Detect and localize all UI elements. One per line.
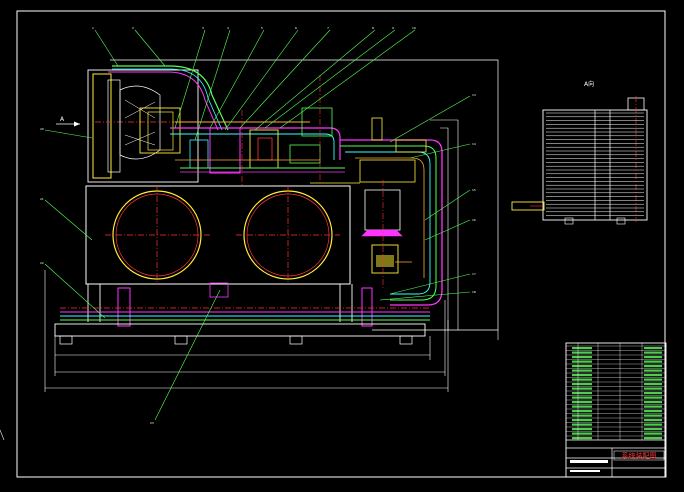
bom-cell-mark xyxy=(572,396,592,399)
discharge-pipe-top-magenta xyxy=(108,71,219,131)
bom-cell-mark xyxy=(644,410,662,413)
bom-cell-mark xyxy=(572,410,592,413)
leader-number: 23 xyxy=(150,421,154,425)
bom-cell-mark xyxy=(572,392,592,395)
outline-envelope-inner2 xyxy=(440,127,449,330)
leader-number: 14 xyxy=(472,142,476,146)
leader-number: 17 xyxy=(472,272,476,276)
leader-number: 6 xyxy=(295,26,297,30)
leader-number: 9 xyxy=(392,26,394,30)
a-view-label: A向 xyxy=(584,80,594,88)
leader-number: 13 xyxy=(472,93,476,97)
bom-cell-mark xyxy=(644,347,662,350)
cad-drawing-canvas: 1 2 3 4 5 6 7 8 9 10 13 14 15 16 17 18 2… xyxy=(0,10,667,478)
bom-cell-mark xyxy=(572,428,592,431)
bom-cell-mark xyxy=(572,351,592,354)
bom-cell-mark xyxy=(644,369,662,372)
bom-cell-mark xyxy=(572,387,592,390)
bom-cell-mark xyxy=(572,374,592,377)
bom-cell-mark xyxy=(572,414,592,417)
leader-number: 1 xyxy=(92,26,94,30)
leader-number: 10 xyxy=(412,26,416,30)
bom-cell-mark xyxy=(572,401,592,404)
bom-cell-mark xyxy=(572,378,592,381)
bom-cell-mark xyxy=(644,437,662,440)
bom-cell-mark xyxy=(644,392,662,395)
outline-envelope xyxy=(110,59,499,331)
section-marker: A xyxy=(56,116,80,127)
bom-cell-mark xyxy=(572,405,592,408)
return-pipe-cyan xyxy=(112,68,223,131)
bom-cell-mark xyxy=(644,432,662,435)
leader-number: 21 xyxy=(40,197,44,201)
bom-cell-mark xyxy=(644,365,662,368)
bom-cell-mark xyxy=(572,423,592,426)
leader-number: 18 xyxy=(472,290,476,294)
leader-number: 22 xyxy=(40,261,44,265)
bom-cell-mark xyxy=(644,419,662,422)
bom-cell-mark xyxy=(644,378,662,381)
bom-cell-mark xyxy=(644,428,662,431)
bom-cell-mark xyxy=(644,374,662,377)
bom-cell-mark xyxy=(572,419,592,422)
edge-tick xyxy=(0,429,5,441)
bom-cell-mark xyxy=(644,414,662,417)
a-view: A向 xyxy=(511,80,648,225)
bom-cell-mark xyxy=(644,351,662,354)
bom-cell-mark xyxy=(644,360,662,363)
bom-cell-mark xyxy=(572,437,592,440)
leader-number: 20 xyxy=(40,127,44,131)
bom-cell-mark xyxy=(644,356,662,359)
bom-cell-mark xyxy=(644,396,662,399)
bom-cell-mark xyxy=(572,365,592,368)
bom-cell-mark xyxy=(644,387,662,390)
title-block: 系统装配图 xyxy=(565,342,667,478)
bom-cell-mark xyxy=(572,383,592,386)
leader-number: 5 xyxy=(261,26,263,30)
bom-cell-mark xyxy=(572,347,592,350)
leader-lines xyxy=(44,29,471,421)
bom-cell-mark xyxy=(644,401,662,404)
leader-number: 7 xyxy=(327,26,329,30)
section-marker-label: A xyxy=(60,116,65,123)
compressor-housing xyxy=(85,185,351,285)
right-piping xyxy=(310,117,443,306)
condenser-fan-unit xyxy=(87,69,200,183)
leader-number: 4 xyxy=(227,26,229,30)
leader-labels-right: 13 14 15 16 17 18 xyxy=(472,93,476,294)
leader-labels-left: 20 21 22 23 xyxy=(40,127,154,425)
leader-number: 3 xyxy=(202,26,204,30)
bom-cell-mark xyxy=(644,423,662,426)
discharge-pipe-top xyxy=(112,65,229,131)
bom-cell-mark xyxy=(572,369,592,372)
dimension-lines xyxy=(44,270,499,392)
leader-number: 8 xyxy=(372,26,374,30)
leader-number: 16 xyxy=(472,218,476,222)
bill-of-materials xyxy=(566,343,666,440)
bom-cell-mark xyxy=(572,360,592,363)
leader-number: 2 xyxy=(132,26,134,30)
bom-cell-mark xyxy=(644,405,662,408)
bom-cell-mark xyxy=(572,432,592,435)
leader-number: 15 xyxy=(472,188,476,192)
leader-labels-top: 1 2 3 4 5 6 7 8 9 10 xyxy=(92,26,416,30)
bom-cell-mark xyxy=(572,356,592,359)
title-block-name: 系统装配图 xyxy=(622,451,657,460)
bom-cell-mark xyxy=(644,383,662,386)
piping-manifold xyxy=(170,75,345,185)
base-frame xyxy=(54,282,430,345)
